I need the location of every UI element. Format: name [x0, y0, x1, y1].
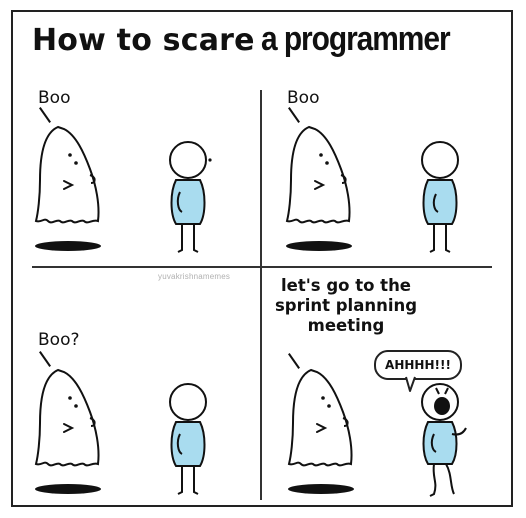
- person-4-screaming: [421, 383, 467, 497]
- person-2: [421, 141, 459, 253]
- ghost-3: [34, 368, 101, 494]
- ghost-2: [285, 125, 352, 251]
- panel-1-speech: Boo: [38, 88, 71, 108]
- panel-2-speech: Boo: [287, 88, 320, 108]
- person-1: [169, 141, 212, 253]
- title-part1: How to scare: [32, 23, 255, 58]
- panel-4-speech-line-3: meeting: [307, 316, 385, 335]
- title-part2: a programmer: [260, 20, 451, 58]
- person-3: [169, 383, 207, 495]
- ghost-4: [287, 368, 354, 494]
- panel-4-speech-line-1: let's go to the: [280, 276, 412, 295]
- ghost-1: [34, 125, 101, 251]
- panel-3-speech: Boo?: [38, 330, 80, 350]
- panel-4-speech-line-2: sprint planning: [274, 296, 418, 315]
- reply-speech-bubble: AHHHH!!!: [374, 350, 462, 380]
- comic-title: How to scare a programmer: [32, 20, 475, 59]
- watermark: yuvakrishnamemes: [158, 272, 231, 281]
- panel-4-speech: let's go to the sprint planning meeting: [262, 276, 430, 336]
- panel-divider-horizontal: [32, 266, 492, 268]
- reply-speech-text: AHHHH!!!: [385, 358, 451, 372]
